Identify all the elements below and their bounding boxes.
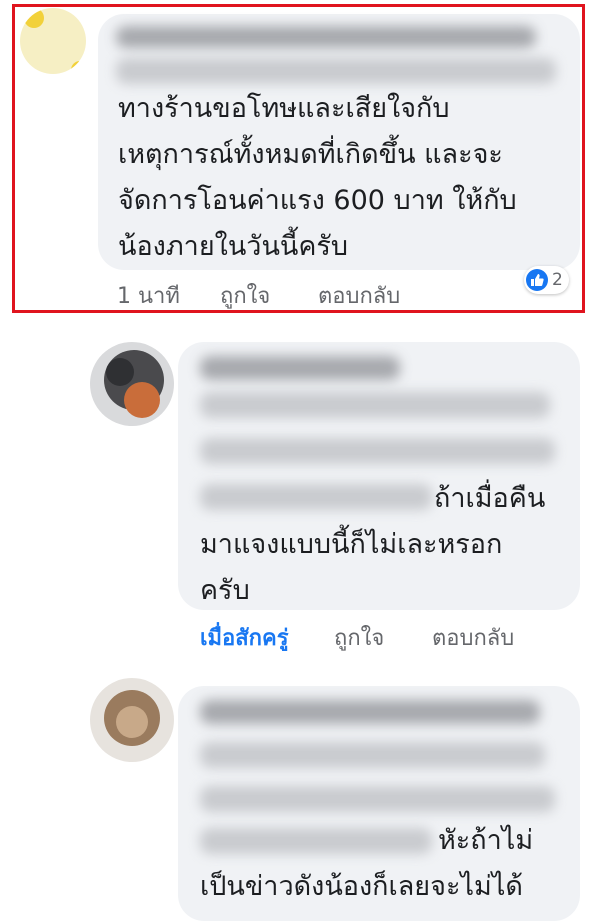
- like-button[interactable]: ถูกใจ: [220, 278, 270, 313]
- reply-button[interactable]: ตอบกลับ: [318, 278, 400, 313]
- blurred-commenter-name: [116, 26, 536, 48]
- commenter-avatar[interactable]: [20, 8, 86, 74]
- blurred-commenter-name: [200, 700, 540, 724]
- comment-text: ถ้าเมื่อคืน: [434, 483, 546, 514]
- comment-text: เป็นข่าวดังน้องก็เลยจะไม่ได้: [200, 871, 523, 902]
- like-button[interactable]: ถูกใจ: [334, 620, 384, 655]
- comment-bubble: ทางร้านขอโทษและเสียใจกับ เหตุการณ์ทั้งหม…: [98, 14, 580, 270]
- comment-bubble: ถ้าเมื่อคืน มาแจงแบบนี้ก็ไม่เละหรอก ครับ: [178, 342, 580, 610]
- blurred-text: [200, 438, 555, 464]
- comment-timestamp[interactable]: เมื่อสักครู่: [200, 620, 289, 655]
- comment-text: หัะถ้าไม่: [438, 825, 534, 856]
- blurred-text: [200, 742, 545, 768]
- commenter-avatar[interactable]: [90, 678, 174, 762]
- blurred-text: [200, 786, 555, 812]
- blurred-text: [200, 828, 432, 854]
- comment-text: ทางร้านขอโทษและเสียใจกับ เหตุการณ์ทั้งหม…: [118, 93, 517, 262]
- reaction-badge[interactable]: 2: [524, 266, 569, 294]
- comment-timestamp: 1 นาที: [117, 284, 180, 309]
- comment-text: มาแจงแบบนี้ก็ไม่เละหรอก ครับ: [200, 529, 503, 606]
- reaction-count: 2: [552, 270, 563, 290]
- blurred-commenter-name: [200, 356, 400, 380]
- reply-button[interactable]: ตอบกลับ: [432, 620, 514, 655]
- blurred-text: [116, 58, 556, 84]
- blurred-text: [200, 392, 550, 418]
- comment-bubble: หัะถ้าไม่ เป็นข่าวดังน้องก็เลยจะไม่ได้: [178, 686, 580, 921]
- blurred-text: [200, 484, 432, 510]
- commenter-avatar[interactable]: [90, 342, 174, 426]
- thumbs-up-icon: [526, 269, 548, 291]
